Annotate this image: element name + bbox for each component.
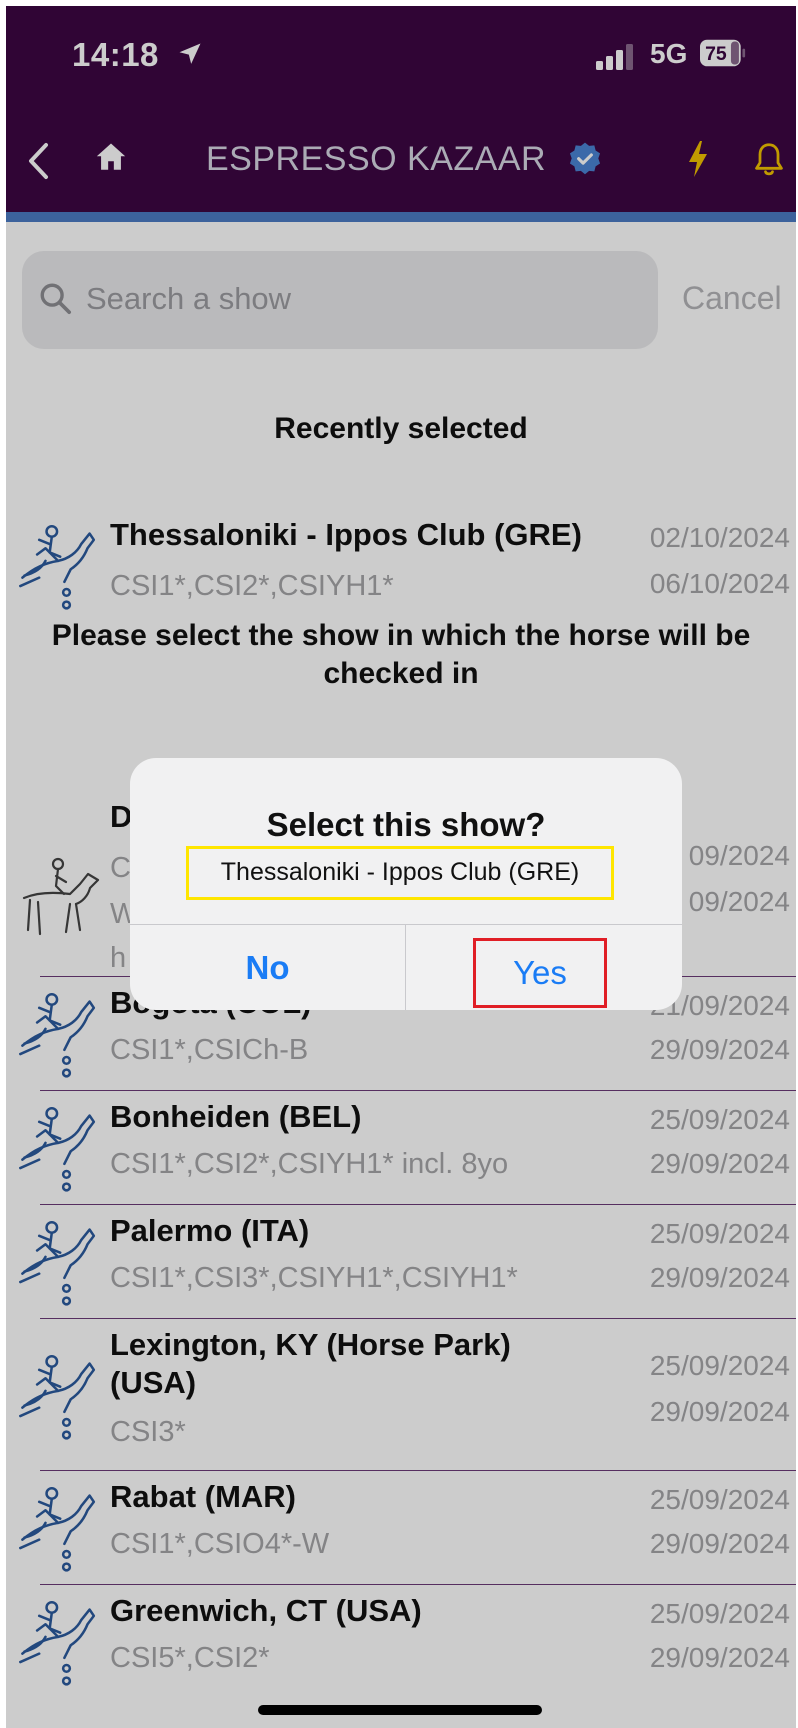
dialog-button-divider	[405, 924, 406, 1010]
home-indicator[interactable]	[258, 1705, 542, 1715]
phone-screen: 14:18 5G 75 ESPRESSO KAZAAR Search a sho…	[6, 6, 796, 1728]
confirm-dialog: Select this show? Thessaloniki - Ippos C…	[130, 758, 682, 1010]
dialog-title: Select this show?	[266, 806, 546, 843]
yes-button[interactable]: Yes	[473, 938, 607, 1008]
dialog-message: Thessaloniki - Ippos Club (GRE)	[186, 846, 614, 900]
no-button[interactable]: No	[130, 924, 405, 1010]
